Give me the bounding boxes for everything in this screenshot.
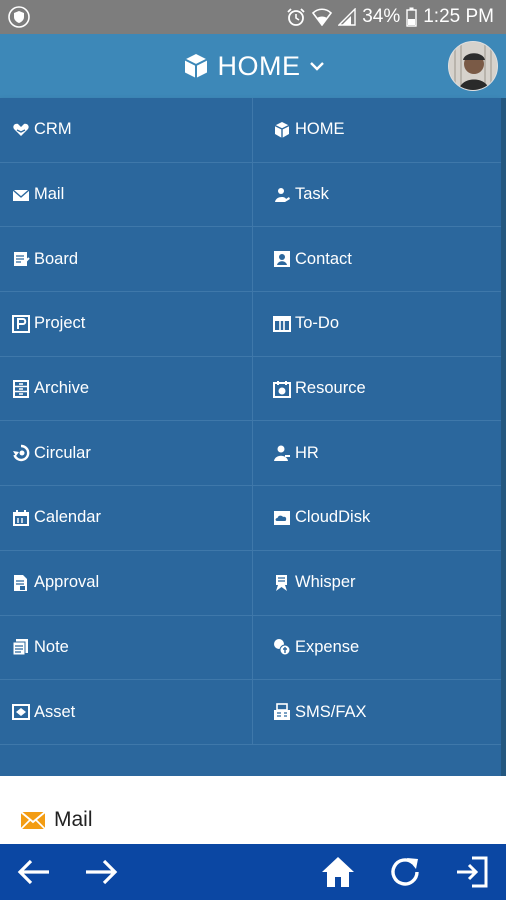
- app-header: HOME: [0, 34, 506, 98]
- menu-item-project[interactable]: Project: [0, 292, 253, 357]
- home-button[interactable]: [318, 852, 358, 892]
- expense-icon: [274, 639, 291, 656]
- menu-item-todo[interactable]: To-Do: [253, 292, 501, 357]
- menu-item-label: CRM: [34, 120, 72, 139]
- menu-item-mail[interactable]: Mail: [0, 162, 253, 228]
- menu-item-sms-fax[interactable]: SMS/FAX: [253, 680, 501, 745]
- menu-item-label: Approval: [34, 573, 100, 592]
- circular-icon: [13, 445, 30, 462]
- logout-icon: [457, 856, 488, 888]
- back-arrow-icon: [17, 859, 49, 885]
- note-icon: [12, 639, 28, 656]
- menu-item-label: HR: [295, 443, 319, 462]
- menu-item-label: Note: [34, 637, 69, 656]
- menu-item-home[interactable]: HOME: [253, 98, 501, 163]
- resource-icon: [273, 380, 291, 398]
- menu-item-board[interactable]: Board: [0, 227, 253, 293]
- envelope-icon: [20, 811, 46, 830]
- menu-item-clouddisk[interactable]: CloudDisk: [253, 486, 501, 551]
- menu-item-label: To-Do: [295, 314, 340, 333]
- asset-icon: [12, 704, 30, 721]
- menu-item-resource[interactable]: Resource: [253, 357, 501, 422]
- menu-item-label: Expense: [295, 637, 360, 656]
- mail-section-header[interactable]: Mail: [20, 808, 93, 832]
- task-person-icon: [275, 187, 290, 202]
- board-icon: [14, 252, 30, 267]
- menu-item-label: Asset: [34, 702, 76, 721]
- menu-item-calendar[interactable]: Calendar: [0, 486, 253, 551]
- approval-icon: [14, 574, 27, 591]
- menu-item-label: Whisper: [295, 573, 356, 592]
- app-menu: CRM HOME Mail Task Board Contact Project: [0, 98, 501, 776]
- menu-item-label: Resource: [295, 379, 366, 398]
- project-icon: [12, 314, 30, 333]
- status-icons: 34% 1:25 PM: [286, 0, 494, 34]
- person-icon: [274, 445, 290, 462]
- home-dropdown[interactable]: HOME: [182, 51, 325, 82]
- forward-button[interactable]: [81, 852, 121, 892]
- status-time: 1:25 PM: [423, 6, 494, 27]
- menu-item-expense[interactable]: Expense: [253, 616, 501, 681]
- menu-item-label: Circular: [34, 443, 91, 462]
- menu-item-label: Archive: [34, 379, 90, 398]
- battery-percent: 34%: [362, 6, 401, 27]
- menu-item-contact[interactable]: Contact: [253, 227, 501, 293]
- back-button[interactable]: [14, 852, 54, 892]
- todo-icon: [273, 315, 291, 332]
- menu-item-task[interactable]: Task: [253, 163, 501, 228]
- menu-item-label: HOME: [295, 120, 345, 139]
- user-avatar-icon: [449, 42, 497, 90]
- alarm-icon: [287, 8, 305, 26]
- chevron-down-icon: [309, 62, 324, 71]
- menu-grid: CRM HOME Mail Task Board Contact Project: [0, 98, 501, 745]
- menu-item-label: Project: [34, 314, 86, 333]
- refresh-button[interactable]: [385, 852, 425, 892]
- bottom-nav-bar: [0, 844, 506, 900]
- menu-item-hr[interactable]: HR: [253, 421, 501, 487]
- menu-item-archive[interactable]: Archive: [0, 356, 253, 422]
- page-title: HOME: [217, 50, 301, 81]
- logout-button[interactable]: [452, 852, 492, 892]
- menu-item-approval[interactable]: Approval: [0, 550, 253, 616]
- signal-icon: [338, 8, 356, 26]
- refresh-icon: [391, 858, 419, 886]
- menu-item-crm[interactable]: CRM: [0, 98, 253, 163]
- forward-arrow-icon: [86, 859, 118, 885]
- cloud-disk-icon: [274, 510, 290, 525]
- home-icon: [322, 857, 354, 887]
- wifi-icon: [312, 8, 333, 26]
- menu-item-label: Task: [295, 185, 329, 204]
- cube-icon: [274, 121, 290, 138]
- avatar[interactable]: [448, 41, 498, 91]
- menu-item-label: SMS/FAX: [295, 702, 367, 721]
- menu-item-label: Mail: [34, 185, 65, 204]
- menu-item-label: Contact: [295, 249, 352, 268]
- menu-item-note[interactable]: Note: [0, 615, 253, 681]
- calendar-icon: [13, 509, 29, 526]
- menu-item-circular[interactable]: Circular: [0, 421, 253, 487]
- contact-card-icon: [274, 251, 290, 268]
- menu-item-asset[interactable]: Asset: [0, 680, 253, 745]
- whisper-icon: [276, 574, 287, 591]
- menu-scroll-edge: [501, 98, 506, 776]
- menu-item-label: CloudDisk: [295, 508, 371, 527]
- mail-section-label: Mail: [54, 808, 93, 831]
- envelope-icon: [12, 189, 30, 201]
- menu-item-label: Board: [34, 249, 79, 268]
- archive-icon: [13, 379, 29, 398]
- sms-fax-icon: [274, 703, 290, 721]
- status-bar: 34% 1:25 PM: [0, 0, 506, 34]
- cube-icon: [184, 54, 207, 78]
- heart-hands-icon: [13, 123, 29, 136]
- menu-item-whisper[interactable]: Whisper: [253, 551, 501, 616]
- shield-icon: [8, 6, 30, 28]
- menu-item-label: Calendar: [34, 508, 101, 527]
- battery-icon: [406, 7, 417, 27]
